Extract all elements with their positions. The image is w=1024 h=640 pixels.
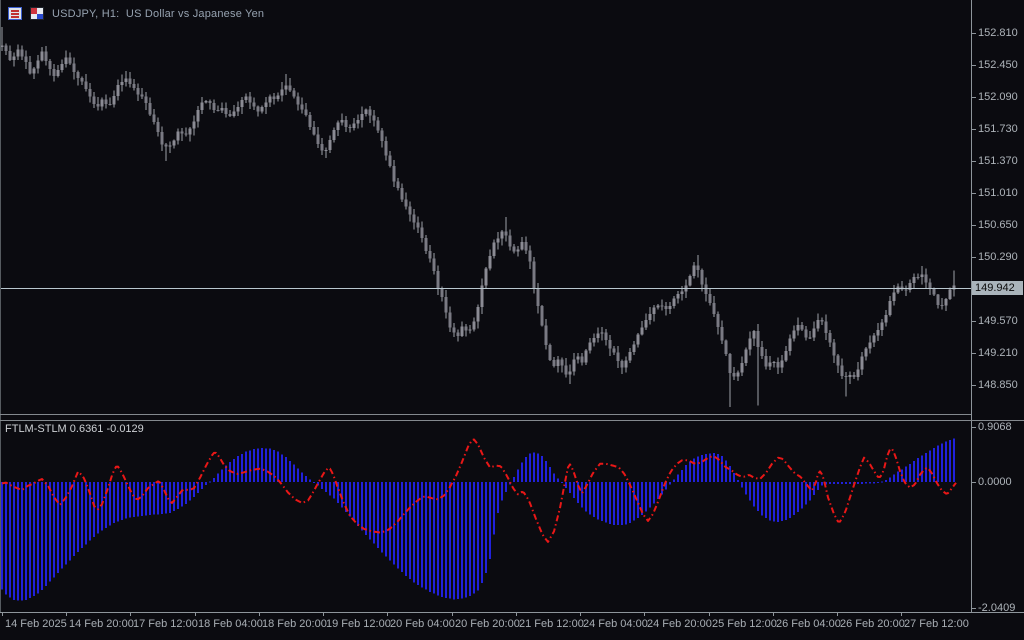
time-tick	[644, 612, 645, 616]
price-tick	[971, 161, 976, 162]
time-tick-label: 17 Feb 12:00	[133, 618, 198, 630]
price-tick	[971, 385, 976, 386]
price-tick	[971, 353, 976, 354]
price-tick-label: 149.210	[978, 347, 1018, 359]
time-tick-label: 25 Feb 12:00	[712, 618, 777, 630]
candlestick-chart[interactable]	[0, 0, 971, 414]
time-tick	[901, 612, 902, 616]
price-tick-label: 152.810	[978, 27, 1018, 39]
indicator-label: FTLM-STLM 0.6361 -0.0129	[5, 423, 144, 435]
chart-book-icon	[8, 7, 22, 20]
time-tick-label: 14 Feb 20:00	[69, 618, 134, 630]
time-tick-label: 20 Feb 04:00	[390, 618, 455, 630]
time-tick-label: 18 Feb 04:00	[198, 618, 263, 630]
time-axis-border	[0, 612, 1024, 613]
price-tick	[971, 321, 976, 322]
time-tick	[387, 612, 388, 616]
time-tick-label: 19 Feb 12:00	[326, 618, 391, 630]
time-tick-label: 21 Feb 12:00	[519, 618, 584, 630]
chart-header: USDJPY, H1: US Dollar vs Japanese Yen	[8, 7, 264, 20]
price-tick	[971, 129, 976, 130]
main-pane-bottom-border	[0, 414, 971, 415]
price-tick	[971, 65, 976, 66]
price-tick	[971, 33, 976, 34]
time-tick-label: 26 Feb 04:00	[776, 618, 841, 630]
time-tick	[516, 612, 517, 616]
indicator-tick	[971, 427, 976, 428]
price-tick	[971, 193, 976, 194]
price-tick-label: 148.850	[978, 379, 1018, 391]
indicator-tick-label: 0.9068	[978, 421, 1012, 433]
price-tick	[971, 97, 976, 98]
ftlm-stlm-indicator[interactable]	[0, 421, 971, 612]
price-scale-border	[971, 0, 972, 612]
price-tick-label: 150.290	[978, 251, 1018, 263]
indicator-tick-label: -2.0409	[978, 602, 1015, 614]
current-price-tag: 149.942	[972, 281, 1023, 295]
time-tick-label: 14 Feb 2025	[5, 618, 67, 630]
time-tick	[130, 612, 131, 616]
mt5-chart-window: USDJPY, H1: US Dollar vs Japanese Yen 15…	[0, 0, 1024, 640]
price-tick-label: 149.570	[978, 315, 1018, 327]
price-tick-label: 151.730	[978, 123, 1018, 135]
chart-flag-icon	[30, 7, 44, 20]
time-tick	[837, 612, 838, 616]
price-tick	[971, 257, 976, 258]
time-tick	[195, 612, 196, 616]
time-tick-label: 24 Feb 04:00	[583, 618, 648, 630]
symbol-title: USDJPY, H1: US Dollar vs Japanese Yen	[52, 8, 264, 20]
time-tick	[66, 612, 67, 616]
price-tick-label: 152.450	[978, 59, 1018, 71]
price-tick-label: 151.370	[978, 155, 1018, 167]
time-tick-label: 18 Feb 20:00	[262, 618, 327, 630]
time-tick	[452, 612, 453, 616]
indicator-tick-label: 0.0000	[978, 476, 1012, 488]
time-tick	[323, 612, 324, 616]
price-tick-label: 150.650	[978, 219, 1018, 231]
price-tick-label: 151.010	[978, 187, 1018, 199]
time-tick	[2, 612, 3, 616]
time-tick-label: 26 Feb 20:00	[840, 618, 905, 630]
time-tick-label: 20 Feb 20:00	[455, 618, 520, 630]
time-tick	[773, 612, 774, 616]
indicator-tick	[971, 482, 976, 483]
time-tick-label: 24 Feb 20:00	[647, 618, 712, 630]
time-tick-label: 27 Feb 12:00	[904, 618, 969, 630]
price-tick-label: 152.090	[978, 91, 1018, 103]
time-tick	[259, 612, 260, 616]
price-tick	[971, 225, 976, 226]
time-tick	[580, 612, 581, 616]
time-tick	[709, 612, 710, 616]
indicator-tick	[971, 608, 976, 609]
